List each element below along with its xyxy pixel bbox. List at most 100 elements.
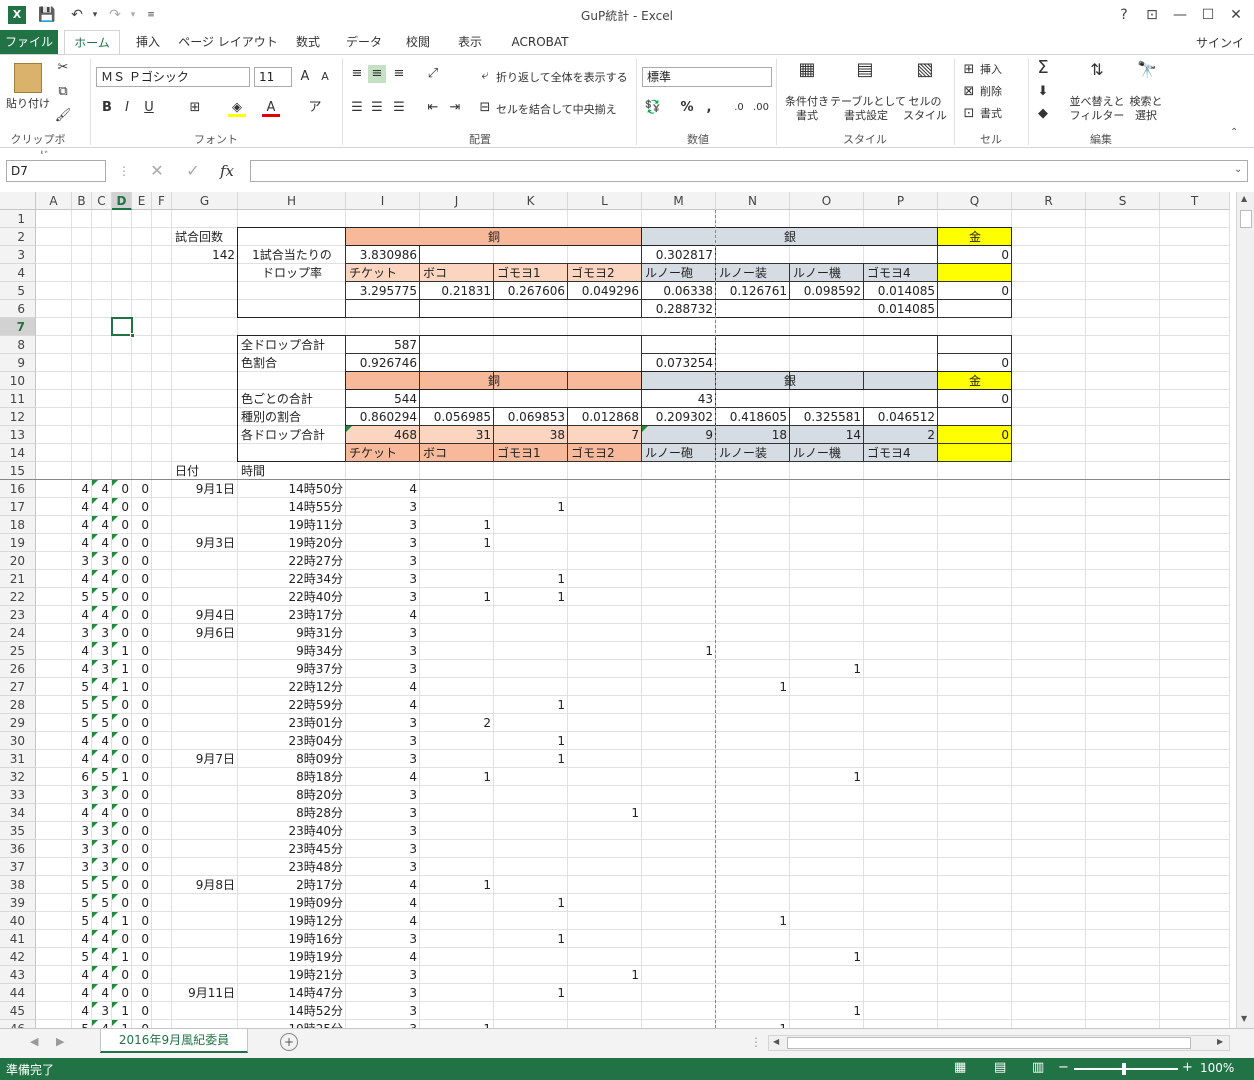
cell-L43[interactable]: 1 xyxy=(568,966,642,984)
column-header-H[interactable]: H xyxy=(238,192,346,210)
column-header-J[interactable]: J xyxy=(420,192,494,210)
cell-styles-button[interactable]: セルの スタイル xyxy=(898,95,952,123)
cell-B21[interactable]: 4 xyxy=(72,570,92,588)
cell-D24[interactable]: 0 xyxy=(112,624,132,642)
cell-I41[interactable]: 3 xyxy=(346,930,420,948)
font-color-icon[interactable]: A xyxy=(262,99,280,117)
conditional-formatting-icon[interactable]: ▦ xyxy=(794,61,820,89)
minimize-button[interactable]: — xyxy=(1168,4,1192,26)
increase-indent-icon[interactable]: ⇥ xyxy=(446,99,464,117)
cell-J5[interactable]: 0.21831 xyxy=(420,282,494,300)
column-header-T[interactable]: T xyxy=(1160,192,1230,210)
cell-O13[interactable]: 14 xyxy=(790,426,864,444)
conditional-formatting-button[interactable]: 条件付き 書式 xyxy=(780,95,834,123)
row-header-9[interactable]: 9 xyxy=(0,354,36,372)
cell-O12[interactable]: 0.325581 xyxy=(790,408,864,426)
cell-B42[interactable]: 5 xyxy=(72,948,92,966)
cell-E21[interactable]: 0 xyxy=(132,570,152,588)
cell-E26[interactable]: 0 xyxy=(132,660,152,678)
cell-M2[interactable]: 銀 xyxy=(642,228,938,246)
cell-D42[interactable]: 1 xyxy=(112,948,132,966)
cell-L13[interactable]: 7 xyxy=(568,426,642,444)
cell-H31[interactable]: 8時09分 xyxy=(238,750,346,768)
fill-handle[interactable] xyxy=(130,333,135,338)
column-header-I[interactable]: I xyxy=(346,192,420,210)
underline-button[interactable]: U xyxy=(140,99,158,117)
cell-J29[interactable]: 2 xyxy=(420,714,494,732)
cell-B29[interactable]: 5 xyxy=(72,714,92,732)
cell-H3[interactable]: 1試合当たりの xyxy=(238,246,346,264)
cell-I4[interactable]: チケット xyxy=(346,264,420,282)
cell-I28[interactable]: 4 xyxy=(346,696,420,714)
cell-E46[interactable]: 0 xyxy=(132,1020,152,1028)
cell-M6[interactable]: 0.288732 xyxy=(642,300,716,318)
enter-icon[interactable]: ✓ xyxy=(184,162,202,180)
cell-G19[interactable]: 9月3日 xyxy=(172,534,238,552)
row-header-46[interactable]: 46 xyxy=(0,1020,36,1028)
row-header-6[interactable]: 6 xyxy=(0,300,36,318)
cell-Q10[interactable]: 金 xyxy=(938,372,1012,390)
format-cells-icon[interactable]: ⊡ xyxy=(960,105,978,123)
row-header-5[interactable]: 5 xyxy=(0,282,36,300)
cell-E32[interactable]: 0 xyxy=(132,768,152,786)
cell-B18[interactable]: 4 xyxy=(72,516,92,534)
row-header-32[interactable]: 32 xyxy=(0,768,36,786)
cell-D31[interactable]: 0 xyxy=(112,750,132,768)
cell-K4[interactable]: ゴモヨ1 xyxy=(494,264,568,282)
cell-B20[interactable]: 3 xyxy=(72,552,92,570)
cell-D39[interactable]: 0 xyxy=(112,894,132,912)
row-header-33[interactable]: 33 xyxy=(0,786,36,804)
clear-icon[interactable]: ◆ xyxy=(1034,105,1052,123)
cell-D27[interactable]: 1 xyxy=(112,678,132,696)
cell-K22[interactable]: 1 xyxy=(494,588,568,606)
row-header-12[interactable]: 12 xyxy=(0,408,36,426)
cell-B26[interactable]: 4 xyxy=(72,660,92,678)
cell-C21[interactable]: 4 xyxy=(92,570,112,588)
merge-center-button[interactable]: セルを結合して中央揃え xyxy=(496,103,617,117)
row-header-36[interactable]: 36 xyxy=(0,840,36,858)
cell-I9[interactable]: 0.926746 xyxy=(346,354,420,372)
column-header-D[interactable]: D xyxy=(112,192,132,210)
tab-view[interactable]: 表示 xyxy=(448,30,492,54)
normal-view-icon[interactable]: ▦ xyxy=(954,1060,966,1075)
column-header-F[interactable]: F xyxy=(152,192,172,210)
cell-H38[interactable]: 2時17分 xyxy=(238,876,346,894)
cell-K28[interactable]: 1 xyxy=(494,696,568,714)
align-right-icon[interactable]: ☰ xyxy=(390,99,408,117)
row-header-35[interactable]: 35 xyxy=(0,822,36,840)
cell-K21[interactable]: 1 xyxy=(494,570,568,588)
new-sheet-icon[interactable]: + xyxy=(280,1033,298,1051)
column-header-L[interactable]: L xyxy=(568,192,642,210)
column-header-N[interactable]: N xyxy=(716,192,790,210)
worksheet-grid[interactable]: A B C D E F G H I J K L M N O P Q R S T 1 2 3 4 5 6 7 8 9 10 11 12 13 14 1… xyxy=(0,192,1236,1028)
autosum-icon[interactable]: Σ xyxy=(1034,59,1052,77)
cell-B24[interactable]: 3 xyxy=(72,624,92,642)
row-header-10[interactable]: 10 xyxy=(0,372,36,390)
hscroll-right-icon[interactable]: ▶ xyxy=(1217,1037,1223,1046)
cell-D37[interactable]: 0 xyxy=(112,858,132,876)
cell-L5[interactable]: 0.049296 xyxy=(568,282,642,300)
cell-E34[interactable]: 0 xyxy=(132,804,152,822)
zoom-out-icon[interactable]: − xyxy=(1058,1060,1069,1075)
cell-E39[interactable]: 0 xyxy=(132,894,152,912)
cell-B35[interactable]: 3 xyxy=(72,822,92,840)
row-header-4[interactable]: 4 xyxy=(0,264,36,282)
cell-H24[interactable]: 9時31分 xyxy=(238,624,346,642)
cell-Q13[interactable]: 0 xyxy=(938,426,1012,444)
row-header-39[interactable]: 39 xyxy=(0,894,36,912)
wrap-text-icon[interactable]: ⤶ xyxy=(476,67,494,85)
cell-B30[interactable]: 4 xyxy=(72,732,92,750)
cell-I23[interactable]: 4 xyxy=(346,606,420,624)
cell-D17[interactable]: 0 xyxy=(112,498,132,516)
cell-I39[interactable]: 4 xyxy=(346,894,420,912)
cell-P4[interactable]: ゴモヨ4 xyxy=(864,264,938,282)
cell-H40[interactable]: 19時12分 xyxy=(238,912,346,930)
align-center-icon[interactable]: ☰ xyxy=(368,99,386,117)
cell-O26[interactable]: 1 xyxy=(790,660,864,678)
cell-I21[interactable]: 3 xyxy=(346,570,420,588)
cell-K39[interactable]: 1 xyxy=(494,894,568,912)
cell-D38[interactable]: 0 xyxy=(112,876,132,894)
cell-D36[interactable]: 0 xyxy=(112,840,132,858)
cell-L34[interactable]: 1 xyxy=(568,804,642,822)
row-header-37[interactable]: 37 xyxy=(0,858,36,876)
